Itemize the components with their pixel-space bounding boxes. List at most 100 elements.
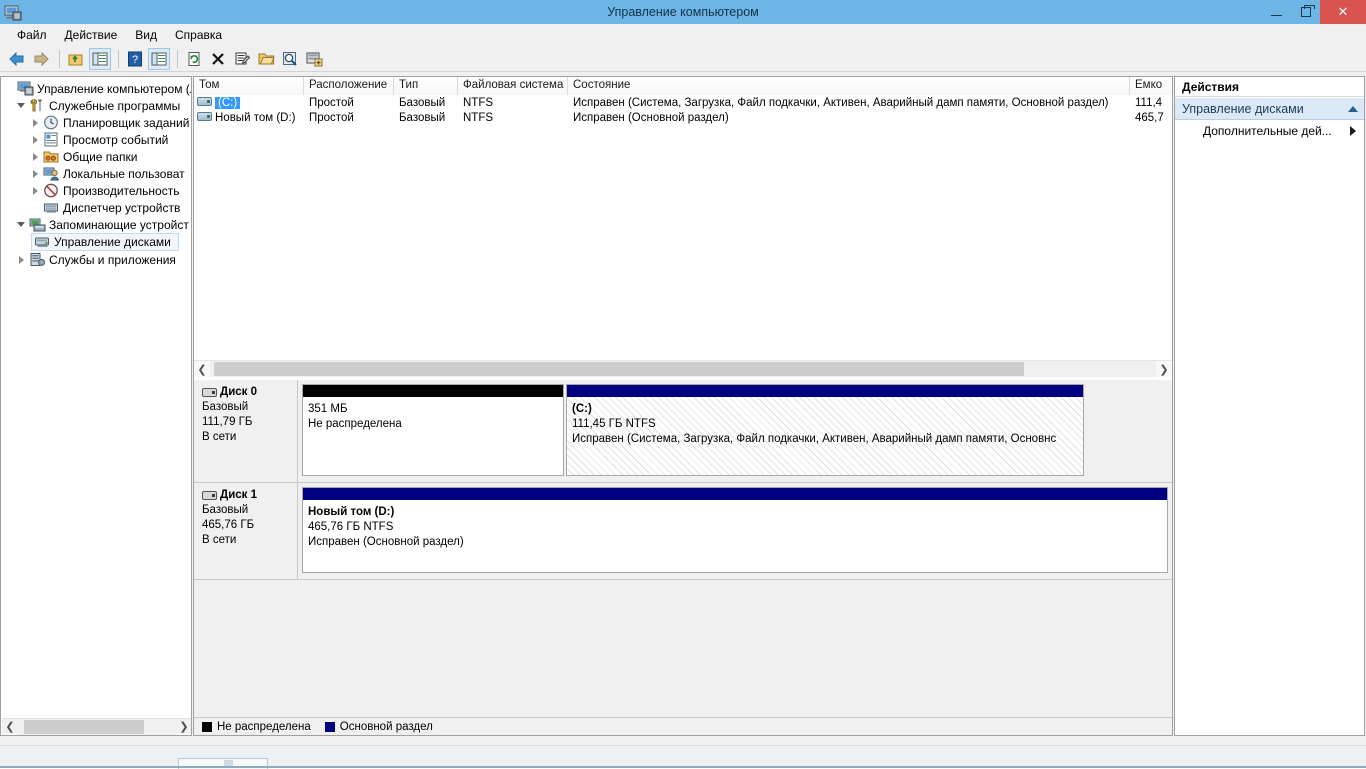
partition-c[interactable]: (C:) 111,45 ГБ NTFS Исправен (Система, З… (566, 384, 1084, 476)
window-controls: ✕ (1262, 0, 1366, 24)
tree-item-system-tools-label: Служебные программы (49, 98, 181, 113)
tree-item-disk-management-label: Управление дисками (54, 235, 171, 249)
tree-item-device-manager[interactable]: Диспетчер устройств (1, 199, 191, 216)
toolbar-separator-2 (118, 49, 119, 68)
up-one-level-button[interactable] (65, 48, 87, 70)
disk-type: Базовый (202, 401, 249, 413)
minimize-icon (1271, 14, 1282, 16)
tree-item-disk-management[interactable]: Управление дисками (31, 233, 179, 251)
tree-horizontal-scrollbar[interactable]: ❮ ❯ (2, 718, 191, 735)
legend-swatch-primary (324, 721, 335, 732)
cell-filesystem: NTFS (463, 96, 494, 109)
disk-row-1[interactable]: Диск 1 Базовый 465,76 ГБ В сети Новый то… (194, 483, 1172, 580)
show-hide-console-tree-button[interactable] (89, 47, 111, 70)
column-header-capacity[interactable]: Емко (1130, 77, 1172, 95)
scroll-right-icon[interactable]: ❯ (1156, 361, 1172, 377)
tree-item-system-tools[interactable]: Служебные программы (1, 97, 191, 114)
disk-name: Диск 0 (220, 386, 258, 398)
partition-d[interactable]: Новый том (D:) 465,76 ГБ NTFS Исправен (… (302, 487, 1168, 573)
properties-button[interactable] (231, 48, 253, 70)
partition-title: Новый том (D:) (308, 506, 395, 518)
column-header-filesystem[interactable]: Файловая система (458, 77, 568, 95)
menu-item-view[interactable]: Вид (126, 25, 166, 45)
delete-button[interactable] (207, 48, 229, 70)
expander-icon[interactable] (15, 251, 29, 268)
forward-button[interactable] (30, 48, 52, 70)
tree-item-storage[interactable]: Запоминающие устройст (1, 216, 191, 233)
expander-icon[interactable] (15, 97, 29, 114)
create-vhd-button[interactable] (303, 48, 325, 70)
chevron-up-icon[interactable] (1348, 105, 1358, 112)
app-body: Управление компьютером (л Служебные прог… (0, 72, 1366, 745)
tree-item-local-users[interactable]: Локальные пользоват (1, 165, 191, 182)
tree-item-task-scheduler[interactable]: Планировщик заданий (1, 114, 191, 131)
back-button[interactable] (6, 48, 28, 70)
cell-status: Исправен (Система, Загрузка, Файл подкач… (573, 96, 1109, 109)
volume-list-header: Том Расположение Тип Файловая система Со… (194, 77, 1172, 95)
tree-item-shared-folders[interactable]: Общие папки (1, 148, 191, 165)
chevron-right-icon[interactable] (1350, 126, 1356, 136)
partition-bar (303, 488, 1167, 500)
action-item-label: Дополнительные дей... (1203, 124, 1332, 138)
column-header-type[interactable]: Тип (394, 77, 458, 95)
expander-icon[interactable] (29, 182, 43, 199)
refresh-button[interactable] (183, 48, 205, 70)
computer-icon (17, 81, 34, 97)
legend-item-unallocated: Не распределена (202, 721, 311, 733)
scroll-thumb[interactable] (214, 362, 1024, 376)
help-button[interactable]: ? (124, 48, 146, 70)
cell-filesystem: NTFS (463, 111, 494, 124)
maximize-button[interactable] (1291, 0, 1320, 24)
scroll-track[interactable] (18, 718, 176, 735)
action-item-more-actions[interactable]: Дополнительные дей... (1175, 120, 1364, 142)
expander-icon[interactable] (29, 148, 43, 165)
services-icon (29, 252, 46, 268)
partition-body: (C:) 111,45 ГБ NTFS Исправен (Система, З… (567, 397, 1083, 475)
expander-icon[interactable] (29, 114, 43, 131)
table-row[interactable]: (C:) Простой Базовый NTFS Исправен (Сист… (194, 95, 1172, 110)
close-button[interactable]: ✕ (1320, 0, 1366, 24)
partition-unallocated[interactable]: 351 МБ Не распределена (302, 384, 564, 476)
tree-item-root[interactable]: Управление компьютером (л (1, 80, 191, 97)
table-row[interactable]: Новый том (D:) Простой Базовый NTFS Испр… (194, 110, 1172, 125)
tree-item-services-and-applications[interactable]: Службы и приложения (1, 251, 191, 268)
clock-icon (43, 115, 60, 131)
rescan-disks-button[interactable] (279, 48, 301, 70)
disk-row-0[interactable]: Диск 0 Базовый 111,79 ГБ В сети 351 МБ Н… (194, 380, 1172, 483)
volume-icon (197, 97, 213, 108)
actions-group-disk-management[interactable]: Управление дисками (1175, 97, 1364, 120)
scroll-track[interactable] (210, 361, 1156, 377)
scroll-right-icon[interactable]: ❯ (176, 719, 191, 735)
cell-volume: Новый том (D:) (215, 111, 296, 124)
column-header-volume[interactable]: Том (194, 77, 304, 95)
minimize-button[interactable] (1262, 0, 1291, 24)
expander-icon[interactable] (29, 131, 43, 148)
expander-icon[interactable] (3, 80, 17, 97)
volume-icon (197, 112, 213, 123)
scroll-left-icon[interactable]: ❮ (2, 719, 18, 735)
scroll-thumb[interactable] (24, 719, 144, 734)
show-hide-action-pane-button[interactable] (148, 47, 170, 70)
disk-state: В сети (202, 534, 237, 546)
toolbar-separator-3 (177, 49, 178, 68)
tree-item-root-label: Управление компьютером (л (37, 81, 191, 96)
menu-item-file[interactable]: Файл (8, 25, 56, 45)
taskbar[interactable] (0, 745, 1366, 769)
menu-item-action[interactable]: Действие (56, 25, 127, 45)
column-header-layout[interactable]: Расположение (304, 77, 394, 95)
open-button[interactable] (255, 48, 277, 70)
cell-type: Базовый (399, 111, 446, 124)
menu-item-help[interactable]: Справка (166, 25, 231, 45)
expander-icon[interactable] (15, 216, 29, 233)
volume-list-horizontal-scrollbar[interactable]: ❮ ❯ (194, 360, 1172, 377)
title-bar[interactable]: Управление компьютером ✕ (0, 0, 1366, 24)
disk-management-pane: Том Расположение Тип Файловая система Со… (193, 76, 1173, 736)
tree-item-performance[interactable]: Производительность (1, 182, 191, 199)
volume-list-body: (C:) Простой Базовый NTFS Исправен (Сист… (194, 95, 1172, 125)
tree-item-event-viewer-label: Просмотр событий (63, 132, 169, 147)
tree-item-event-viewer[interactable]: Просмотр событий (1, 131, 191, 148)
taskbar-item[interactable] (178, 758, 268, 769)
expander-icon[interactable] (29, 165, 43, 182)
column-header-status[interactable]: Состояние (568, 77, 1130, 95)
scroll-left-icon[interactable]: ❮ (194, 361, 210, 377)
